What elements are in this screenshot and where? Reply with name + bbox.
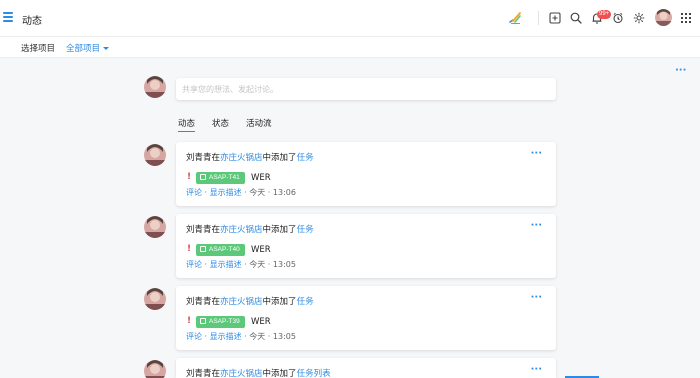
priority-mark: ! bbox=[187, 244, 192, 254]
select-project-label: 选择项目 bbox=[21, 44, 56, 54]
notification-badge: 99+ bbox=[597, 10, 612, 19]
task-id-tag[interactable]: ASAP-T40 bbox=[196, 244, 245, 256]
tab-activity[interactable]: 动态 bbox=[178, 117, 196, 132]
feed-user: 刘青青 bbox=[186, 297, 212, 307]
feed-user: 刘青青 bbox=[186, 153, 212, 163]
feed-user: 刘青青 bbox=[186, 225, 212, 235]
search-icon[interactable] bbox=[569, 11, 583, 25]
project-link[interactable]: 亦庄火锅店 bbox=[220, 297, 263, 307]
task-id-tag[interactable]: ASAP-T41 bbox=[196, 172, 245, 184]
feed-text: 在 bbox=[211, 369, 221, 378]
filter-bar: 选择项目 全部项目 bbox=[0, 37, 700, 58]
task-id-tag[interactable]: ASAP-T39 bbox=[196, 316, 245, 328]
tab-status[interactable]: 状态 bbox=[212, 117, 229, 129]
project-link[interactable]: 亦庄火锅店 bbox=[220, 153, 263, 163]
feed-meta: 评论 · 显示描述 · 今天 · 13:05 bbox=[186, 331, 296, 342]
feed-meta: 评论 · 显示描述 · 今天 · 13:06 bbox=[186, 187, 296, 198]
brand-logo[interactable] bbox=[508, 11, 522, 25]
feed-meta: 评论 · 显示描述 · 今天 · 13:05 bbox=[186, 259, 296, 270]
user-avatar[interactable] bbox=[655, 9, 672, 26]
discussion-composer[interactable] bbox=[176, 78, 556, 100]
priority-mark: ! bbox=[187, 172, 192, 182]
gear-icon[interactable] bbox=[632, 11, 646, 25]
project-link[interactable]: 亦庄火锅店 bbox=[220, 225, 263, 235]
grid-apps-icon[interactable] bbox=[679, 11, 693, 25]
meta-separator: · bbox=[202, 332, 210, 341]
feed-time: · 今天 · 13:05 bbox=[241, 260, 296, 269]
feed-headline: 刘青青在亦庄火锅店中添加了任务 bbox=[186, 295, 314, 307]
object-link[interactable]: 任务 bbox=[297, 225, 314, 235]
comment-link[interactable]: 评论 bbox=[186, 260, 202, 269]
project-link[interactable]: 亦庄火锅店 bbox=[220, 369, 263, 378]
object-link[interactable]: 任务 bbox=[297, 297, 314, 307]
task-tag-icon bbox=[200, 318, 206, 324]
toolbar-divider bbox=[538, 11, 539, 25]
more-dots-icon[interactable]: ··· bbox=[531, 149, 542, 159]
priority-mark: ! bbox=[187, 316, 192, 326]
page-title: 动态 bbox=[22, 16, 42, 27]
comment-link[interactable]: 评论 bbox=[186, 332, 202, 341]
feed-text: 中添加了 bbox=[262, 369, 297, 378]
feed-text: 中添加了 bbox=[262, 225, 297, 235]
meta-separator: · bbox=[202, 188, 210, 197]
feed-text: 在 bbox=[211, 225, 221, 235]
show-description-link[interactable]: 显示描述 bbox=[210, 188, 242, 197]
discussion-input[interactable] bbox=[176, 78, 556, 100]
composer-avatar bbox=[144, 76, 166, 98]
feed-avatar[interactable] bbox=[144, 144, 166, 166]
alarm-clock-icon[interactable] bbox=[611, 11, 625, 25]
comment-link[interactable]: 评论 bbox=[186, 188, 202, 197]
feed-card: 刘青青在亦庄火锅店中添加了任务 ··· ! ASAP-T39 WER 评论 · … bbox=[176, 286, 556, 350]
meta-separator: · bbox=[202, 260, 210, 269]
feed-card: 刘青青在亦庄火锅店中添加了任务列表 ··· bbox=[176, 358, 556, 378]
object-link[interactable]: 任务 bbox=[297, 153, 314, 163]
feed-headline: 刘青青在亦庄火锅店中添加了任务列表 bbox=[186, 367, 331, 378]
feed-avatar[interactable] bbox=[144, 288, 166, 310]
task-name[interactable]: WER bbox=[251, 172, 271, 184]
feed-headline: 刘青青在亦庄火锅店中添加了任务 bbox=[186, 223, 314, 235]
show-description-link[interactable]: 显示描述 bbox=[210, 332, 242, 341]
feed-text: 在 bbox=[211, 153, 221, 163]
more-dots-icon[interactable]: ··· bbox=[531, 293, 542, 303]
tab-activity-stream[interactable]: 活动流 bbox=[246, 117, 272, 129]
task-id: ASAP-T40 bbox=[209, 246, 240, 253]
show-description-link[interactable]: 显示描述 bbox=[210, 260, 242, 269]
feed-text: 中添加了 bbox=[262, 153, 297, 163]
task-name[interactable]: WER bbox=[251, 316, 271, 328]
feed-time: · 今天 · 13:05 bbox=[241, 332, 296, 341]
task-id: ASAP-T41 bbox=[209, 174, 240, 181]
feed-card: 刘青青在亦庄火锅店中添加了任务 ··· ! ASAP-T41 WER 评论 · … bbox=[176, 142, 556, 206]
add-square-icon[interactable] bbox=[548, 11, 562, 25]
feed-avatar[interactable] bbox=[144, 216, 166, 238]
feed-avatar[interactable] bbox=[144, 360, 166, 378]
feed-card: 刘青青在亦庄火锅店中添加了任务 ··· ! ASAP-T40 WER 评论 · … bbox=[176, 214, 556, 278]
more-dots-icon[interactable]: ··· bbox=[531, 365, 542, 375]
feed-text: 在 bbox=[211, 297, 221, 307]
project-dropdown[interactable]: 全部项目 bbox=[66, 42, 110, 54]
more-dots-icon[interactable]: ··· bbox=[675, 66, 686, 76]
feed-text: 中添加了 bbox=[262, 297, 297, 307]
object-link[interactable]: 任务列表 bbox=[297, 369, 331, 378]
more-dots-icon[interactable]: ··· bbox=[531, 221, 542, 231]
task-name[interactable]: WER bbox=[251, 244, 271, 256]
caret-down-icon bbox=[103, 47, 110, 50]
feed-user: 刘青青 bbox=[186, 369, 212, 378]
task-id: ASAP-T39 bbox=[209, 318, 240, 325]
feed-headline: 刘青青在亦庄火锅店中添加了任务 bbox=[186, 151, 314, 163]
task-tag-icon bbox=[200, 246, 206, 252]
hamburger-icon[interactable] bbox=[3, 12, 13, 22]
task-tag-icon bbox=[200, 174, 206, 180]
feed-time: · 今天 · 13:06 bbox=[241, 188, 296, 197]
project-dropdown-value: 全部项目 bbox=[66, 44, 101, 54]
top-bar: 动态 99+ bbox=[0, 0, 700, 37]
